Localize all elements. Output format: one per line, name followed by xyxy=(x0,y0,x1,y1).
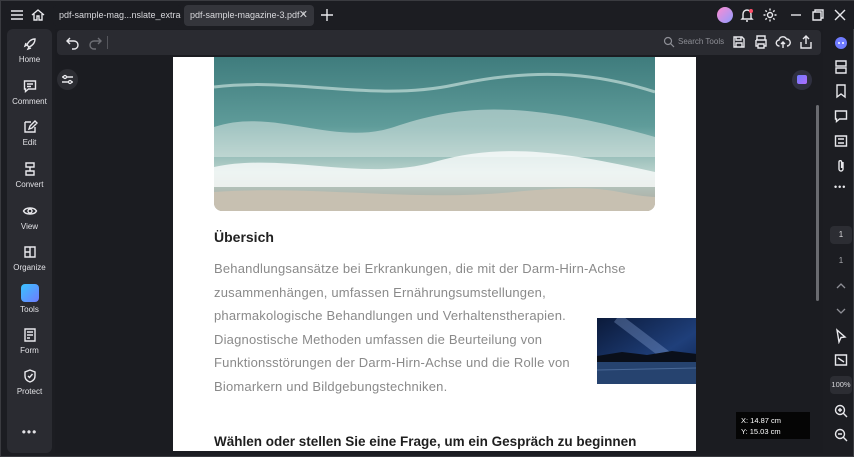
nav-label: Tools xyxy=(20,305,39,314)
nav-label: Edit xyxy=(22,138,37,147)
zoom-out-icon[interactable] xyxy=(833,427,849,443)
ai-icon[interactable] xyxy=(833,35,849,51)
nav-form[interactable]: Form xyxy=(7,327,52,355)
tools-icon xyxy=(20,284,39,302)
total-pages: 1 xyxy=(838,256,844,265)
ai-chat-icon xyxy=(797,75,807,84)
more-options-icon[interactable]: ••• xyxy=(7,425,52,439)
nav-home[interactable]: Home xyxy=(7,36,52,64)
new-tab-icon[interactable] xyxy=(319,7,335,23)
avatar[interactable] xyxy=(717,7,733,23)
paragraph-line: Diagnostische Methoden umfassen die Beur… xyxy=(214,331,543,347)
bell-icon[interactable] xyxy=(739,7,755,23)
chevron-up-icon[interactable] xyxy=(835,280,847,292)
ocean-wave-image xyxy=(214,57,655,211)
tab-label: pdf-sample-mag...nslate_extract.pdf xyxy=(59,10,181,20)
nav-convert[interactable]: Convert xyxy=(7,161,52,189)
cloud-upload-icon[interactable] xyxy=(775,34,791,50)
section-heading: Übersich xyxy=(214,229,274,245)
menu-icon[interactable] xyxy=(9,7,25,23)
nav-view[interactable]: View xyxy=(7,203,52,231)
left-navigation: Home Comment Edit Convert View Organize … xyxy=(7,29,52,453)
zoom-level[interactable]: 100% xyxy=(830,376,852,394)
nav-label: Home xyxy=(18,55,41,64)
title-bar: pdf-sample-mag...nslate_extract.pdf pdf-… xyxy=(1,1,854,29)
current-page-input[interactable]: 1 xyxy=(830,226,852,244)
save-icon[interactable] xyxy=(731,34,747,50)
comments-icon[interactable] xyxy=(833,108,849,124)
home-icon[interactable] xyxy=(30,7,46,23)
paragraph-line: zusammenhängen, umfassen Ernährungsumste… xyxy=(214,284,546,300)
tab-document-1[interactable]: pdf-sample-mag...nslate_extract.pdf xyxy=(53,5,181,26)
nav-organize[interactable]: Organize xyxy=(7,244,52,272)
nav-label: View xyxy=(20,222,39,231)
pdf-page: Übersich Behandlungsansätze bei Erkranku… xyxy=(173,57,696,451)
page-navigation: 1 1 100% xyxy=(830,226,852,451)
app-window: pdf-sample-mag...nslate_extract.pdf pdf-… xyxy=(0,0,854,457)
chevron-down-icon[interactable] xyxy=(835,305,847,317)
paragraph-line: Funktionsstörungen der Darm-Hirn-Achse u… xyxy=(214,355,570,371)
comment-icon xyxy=(23,80,36,93)
nav-label: Protect xyxy=(16,387,43,396)
redo-icon[interactable] xyxy=(87,34,103,50)
zoom-in-icon[interactable] xyxy=(833,403,849,419)
nav-label: Convert xyxy=(15,180,44,189)
edit-icon xyxy=(23,120,38,133)
tab-document-2[interactable]: pdf-sample-magazine-3.pdf * ✕ xyxy=(184,5,314,26)
vertical-scrollbar[interactable] xyxy=(816,105,819,301)
close-tab-icon[interactable]: ✕ xyxy=(299,5,308,26)
cursor-coordinates: X: 14.87 cm Y: 15.03 cm xyxy=(736,412,810,439)
tab-label: pdf-sample-magazine-3.pdf * xyxy=(190,10,306,20)
share-icon[interactable] xyxy=(798,34,814,50)
close-window-icon[interactable] xyxy=(832,7,848,23)
nav-comment[interactable]: Comment xyxy=(7,78,52,106)
thumbnails-icon[interactable] xyxy=(833,59,849,75)
eye-icon xyxy=(22,207,37,215)
adjust-button[interactable] xyxy=(57,69,78,90)
form-icon xyxy=(23,328,36,342)
more-panels-icon[interactable]: ••• xyxy=(834,182,846,192)
nav-label: Form xyxy=(20,346,39,355)
select-cursor-icon[interactable] xyxy=(833,328,849,344)
print-icon[interactable] xyxy=(753,34,769,50)
y-coordinate: Y: 15.03 cm xyxy=(741,427,781,436)
night-sky-image xyxy=(597,318,696,384)
chat-prompt-heading: Wählen oder stellen Sie eine Frage, um e… xyxy=(214,434,637,449)
fit-page-icon[interactable] xyxy=(833,352,849,368)
bookmark-icon[interactable] xyxy=(833,83,849,99)
paragraph-line: Behandlungsansätze bei Erkrankungen, die… xyxy=(214,261,626,276)
attachment-icon[interactable] xyxy=(833,158,849,174)
x-coordinate: X: 14.87 cm xyxy=(741,416,782,425)
organize-icon xyxy=(23,246,36,258)
paragraph-line: pharmakologische Behandlungen und Verhal… xyxy=(214,308,566,324)
minimize-icon[interactable] xyxy=(788,7,804,23)
paragraph-line: Biomarkern und Bildgebungstechniken. xyxy=(214,378,448,394)
fields-icon[interactable] xyxy=(833,133,849,149)
undo-icon[interactable] xyxy=(65,34,81,50)
sliders-icon xyxy=(62,74,73,85)
nav-label: Comment xyxy=(12,97,47,106)
toolbar-divider xyxy=(107,36,108,49)
nav-edit[interactable]: Edit xyxy=(7,119,52,147)
search-tools-input[interactable]: Search Tools xyxy=(678,37,724,46)
rocket-icon xyxy=(23,38,36,51)
nav-label: Organize xyxy=(13,263,46,272)
restore-icon[interactable] xyxy=(810,7,826,23)
convert-icon xyxy=(24,162,35,176)
shield-icon xyxy=(23,369,36,383)
nav-tools[interactable]: Tools xyxy=(7,284,52,314)
body-paragraph: Behandlungsansätze bei Erkrankungen, die… xyxy=(214,257,626,399)
search-icon[interactable] xyxy=(663,36,675,48)
nav-protect[interactable]: Protect xyxy=(7,368,52,396)
gear-icon[interactable] xyxy=(762,7,778,23)
ai-assistant-button[interactable] xyxy=(792,70,812,90)
